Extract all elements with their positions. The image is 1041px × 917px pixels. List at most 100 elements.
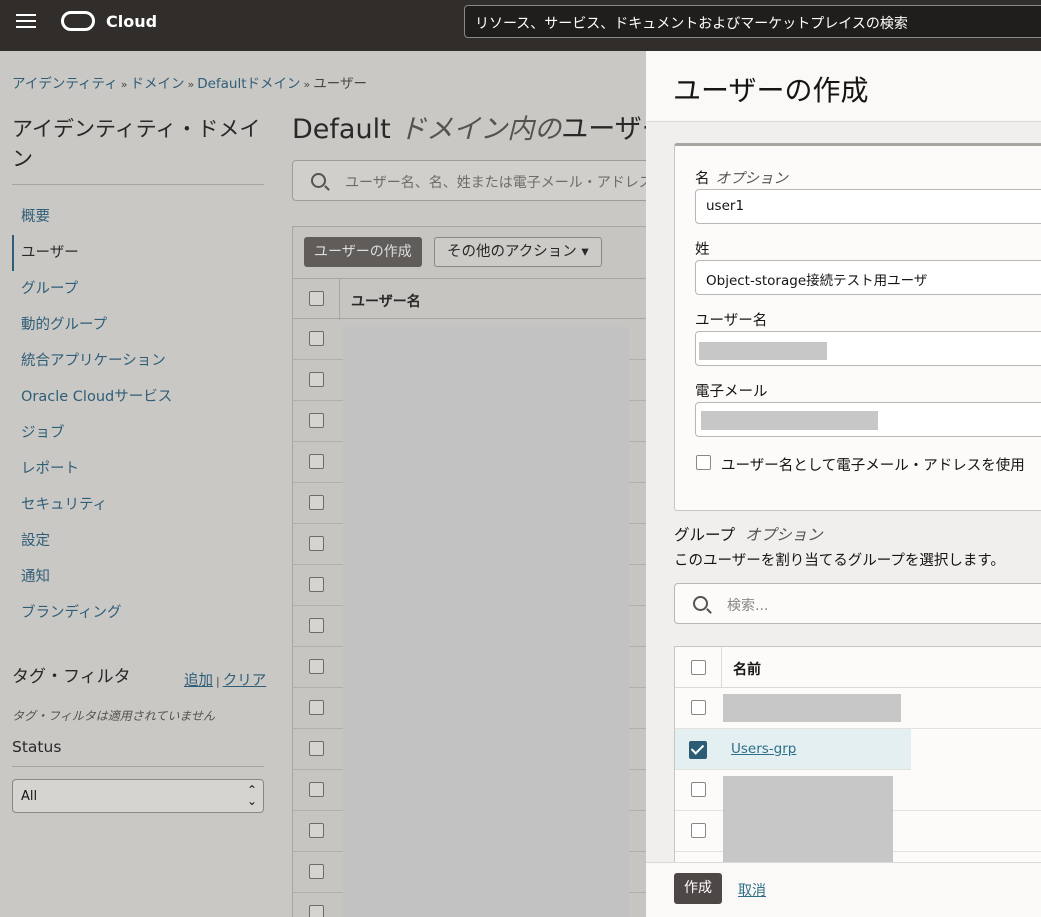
username-label: ユーザー名 [695,313,768,329]
row-checkbox[interactable] [309,454,324,469]
status-select-value: All [21,789,38,804]
row-checkbox[interactable] [309,536,324,551]
sidebar-item-jobs[interactable]: ジョブ [12,415,264,451]
sidebar-item-users[interactable]: ユーザー [12,235,264,271]
divider [339,279,340,320]
page-title-prefix: Default [292,114,391,145]
first-name-optional: オプション [715,171,789,187]
divider [721,647,722,688]
sidebar-item-dynamic-groups[interactable]: 動的グループ [12,307,264,343]
row-checkbox[interactable] [309,495,324,510]
select-chevron-icon: ⌃ ⌄ [246,783,257,808]
use-email-as-username-checkbox[interactable] [696,455,711,470]
first-name-field[interactable]: user1 [695,189,1041,224]
select-all-groups-checkbox[interactable] [691,660,706,675]
column-username[interactable]: ユーザー名 [351,291,421,311]
username-field[interactable] [695,331,1041,366]
sidebar-item-branding[interactable]: ブランディング [12,595,264,631]
search-icon [693,596,708,611]
group-search-input[interactable]: 検索... [674,583,1041,624]
tag-filter-add-link[interactable]: 追加 [184,673,213,689]
row-checkbox[interactable] [309,577,324,592]
row-checkbox[interactable] [309,372,324,387]
row-checkbox[interactable] [309,331,324,346]
first-name-label: 名オプション [695,167,788,188]
row-checkbox[interactable] [309,413,324,428]
global-search-input[interactable]: リソース、サービス、ドキュメントおよびマーケットプレイスの検索 [464,5,1041,38]
last-name-field[interactable]: Object-storage接続テスト用ユーザ [695,260,1041,295]
create-user-drawer: ユーザーの作成 名オプション user1 姓 Object-storage接続テ… [646,51,1041,917]
breadcrumb-domains[interactable]: ドメイン [130,76,184,92]
tag-filter-clear-link[interactable]: クリア [223,673,267,689]
row-checkbox[interactable] [309,659,324,674]
redacted-group-names [723,776,893,862]
group-search-placeholder: 検索... [727,598,769,614]
row-checkbox[interactable] [309,700,324,715]
drawer-footer: 作成 取消 [646,862,1041,917]
group-row-selected[interactable]: Users-grp [675,729,911,770]
sidebar-item-oracle-cloud-services[interactable]: Oracle Cloudサービス [12,379,264,415]
sidebar-item-integrated-apps[interactable]: 統合アプリケーション [12,343,264,379]
breadcrumb-current: ユーザー [313,76,367,92]
last-name-label: 姓 [695,242,710,258]
divider [12,184,264,185]
column-name[interactable]: 名前 [733,659,761,679]
groups-table-header: 名前 [675,647,1041,688]
use-email-as-username-label: ユーザー名として電子メール・アドレスを使用 [721,458,1025,474]
more-actions-button[interactable]: その他のアクション ▾ [434,237,602,267]
breadcrumb: アイデンティティ» ドメイン» Defaultドメイン» ユーザー [12,72,367,92]
page-title-italic: ドメイン内の [399,114,562,145]
more-actions-label: その他のアクション [447,244,577,260]
status-select[interactable]: All ⌃ ⌄ [12,779,264,813]
redacted-username [699,342,827,360]
menu-icon[interactable] [16,14,36,30]
group-row-checkbox[interactable] [691,782,706,797]
tag-filter-links: 追加 | クリア [184,669,266,690]
cancel-link[interactable]: 取消 [738,880,766,900]
redacted-user-list [343,327,629,917]
tag-filter-title: タグ・フィルタ [12,667,131,687]
select-all-checkbox[interactable] [309,291,324,306]
breadcrumb-default-domain[interactable]: Defaultドメイン [197,76,300,92]
sidebar-item-security[interactable]: セキュリティ [12,487,264,523]
redacted-email [701,411,878,430]
row-checkbox[interactable] [309,741,324,756]
oracle-logo[interactable] [61,11,95,31]
sidebar-item-notifications[interactable]: 通知 [12,559,264,595]
page-title: Default ドメイン内のユーザー [292,107,669,146]
row-checkbox[interactable] [309,782,324,797]
sidebar-item-settings[interactable]: 設定 [12,523,264,559]
sidebar-item-overview[interactable]: 概要 [12,199,264,235]
group-row-checkbox[interactable] [691,700,706,715]
groups-description: このユーザーを割り当てるグループを選択します。 [674,553,1005,569]
sidebar-item-reports[interactable]: レポート [12,451,264,487]
user-search-input[interactable]: ユーザー名、名、姓または電子メール・アドレス [292,160,652,201]
sidebar-title: アイデンティティ・ドメイン [12,117,261,171]
row-checkbox[interactable] [309,905,324,917]
groups-optional: オプション [745,526,823,544]
sidebar-item-groups[interactable]: グループ [12,271,264,307]
status-filter-label: Status [12,738,62,756]
row-checkbox[interactable] [309,618,324,633]
row-checkbox[interactable] [309,823,324,838]
table-header: ユーザー名 [293,278,653,320]
email-field[interactable] [695,402,1041,437]
email-label: 電子メール [695,384,768,400]
group-row[interactable] [675,688,1041,729]
divider [12,766,264,767]
group-link-users-grp[interactable]: Users-grp [731,741,796,757]
breadcrumb-identity[interactable]: アイデンティティ [12,76,118,92]
tag-filter-separator: | [216,675,220,688]
group-row-checkbox-checked[interactable] [689,741,707,759]
groups-label: グループ オプション [674,523,823,545]
create-button[interactable]: 作成 [674,873,722,904]
row-checkbox[interactable] [309,864,324,879]
breadcrumb-separator: » [120,78,128,91]
group-row-checkbox[interactable] [691,823,706,838]
top-bar: Cloud リソース、サービス、ドキュメントおよびマーケットプレイスの検索 [0,0,1041,51]
sidebar-nav: 概要 ユーザー グループ 動的グループ 統合アプリケーション Oracle Cl… [12,199,264,631]
breadcrumb-separator: » [187,78,195,91]
drawer-body: 名オプション user1 姓 Object-storage接続テスト用ユーザ ユ… [646,122,1041,862]
create-user-button[interactable]: ユーザーの作成 [304,237,422,267]
breadcrumb-separator: » [303,78,311,91]
